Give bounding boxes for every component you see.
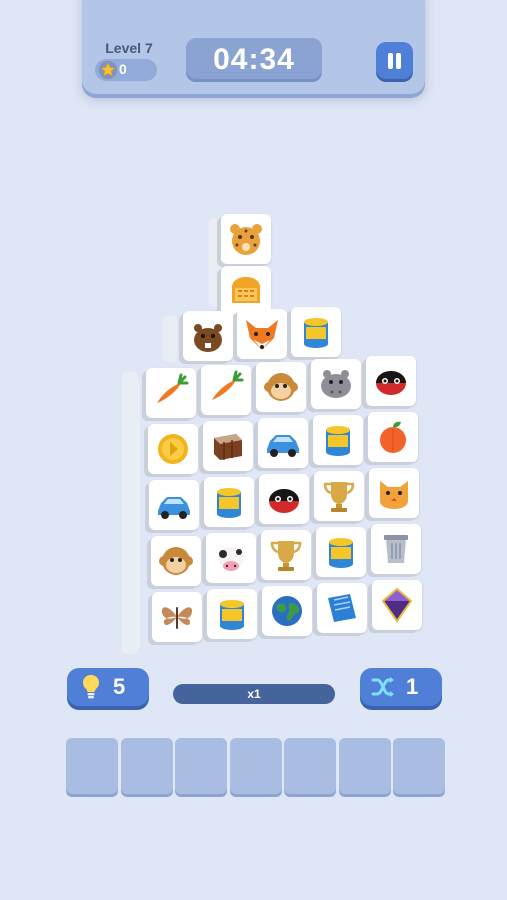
shuffle-icon [371, 677, 394, 697]
fox-icon [246, 320, 278, 350]
tile-peach[interactable] [367, 412, 418, 462]
tile-stack-side [130, 380, 140, 650]
butterfly-icon [161, 607, 193, 629]
tray-slot [120, 738, 173, 794]
tray-slot [66, 738, 118, 794]
blue-book-icon [328, 594, 356, 622]
paint-can-icon [220, 600, 244, 630]
tile-fox[interactable] [237, 309, 287, 359]
tile-blue-book[interactable] [317, 583, 367, 633]
tile-carrot[interactable] [201, 365, 251, 415]
tile-golden-trophy[interactable] [314, 471, 364, 521]
tile-cat-face[interactable] [369, 468, 419, 518]
hint-count: 5 [113, 674, 126, 699]
timer-display: 04:34 [186, 38, 322, 82]
cat-face-icon [380, 481, 408, 509]
paint-can-icon [217, 488, 241, 518]
tile-paint-can[interactable] [207, 589, 257, 639]
tile-stack-side [163, 316, 177, 362]
blue-car-icon [266, 435, 299, 457]
purple-gem-icon [381, 587, 413, 623]
monkey-icon [264, 373, 298, 401]
coin-icon [157, 434, 188, 464]
tile-coin[interactable] [147, 424, 198, 474]
tile-blue-car[interactable] [257, 418, 308, 468]
tile-monkey[interactable] [256, 362, 306, 412]
tile-ladybug[interactable] [259, 474, 309, 524]
tray-slot [229, 738, 282, 794]
tile-paint-can[interactable] [204, 477, 254, 527]
tray-slot [393, 738, 445, 794]
carrot-icon [212, 370, 244, 400]
tile-purple-gem[interactable] [372, 580, 422, 630]
tile-beaver[interactable] [183, 311, 233, 361]
peach-icon [379, 421, 406, 453]
tile-chocolate[interactable] [202, 421, 253, 471]
star-icon [98, 60, 118, 80]
tile-paint-can[interactable] [291, 307, 341, 357]
combo-label: x1 [247, 687, 261, 701]
monkey-icon [158, 547, 193, 575]
pause-button[interactable] [376, 42, 413, 79]
tile-stack-side [209, 218, 221, 306]
tile-carrot[interactable] [146, 368, 196, 418]
tile-blue-car[interactable] [149, 480, 199, 530]
tile-earth-globe[interactable] [262, 586, 312, 636]
tile-leopard[interactable] [221, 214, 271, 264]
tile-golden-trophy[interactable] [260, 530, 311, 580]
tile-hippo[interactable] [311, 359, 361, 409]
tile-paint-can[interactable] [312, 415, 363, 465]
combo-bar: x1 [173, 684, 335, 704]
tray-slot [175, 738, 227, 794]
ladybug-icon [269, 489, 299, 513]
golden-trophy-icon [323, 482, 355, 512]
pause-icon [388, 53, 393, 69]
carrot-icon [157, 373, 189, 403]
tray-slot [338, 738, 391, 794]
shuffle-count: 1 [406, 674, 419, 699]
tray-slot [284, 738, 336, 794]
earth-globe-icon [272, 596, 302, 626]
stars-count: 0 [119, 61, 127, 77]
tile-cow[interactable] [205, 533, 256, 583]
tile-ladybug[interactable] [366, 356, 416, 406]
paint-can-icon [325, 426, 350, 456]
golden-trophy-icon [270, 541, 301, 571]
bread-icon [232, 277, 260, 303]
hint-button[interactable]: 5 [67, 668, 149, 706]
cow-icon [217, 547, 244, 571]
chocolate-icon [213, 434, 242, 460]
trash-bin-icon [383, 535, 408, 563]
ladybug-icon [376, 371, 406, 395]
tile-monkey[interactable] [150, 536, 201, 586]
blue-car-icon [158, 497, 190, 519]
leopard-icon [230, 224, 262, 255]
stars-counter: 0 [95, 59, 157, 81]
paint-can-icon [328, 538, 353, 568]
tile-paint-can[interactable] [315, 527, 366, 577]
lightbulb-icon [83, 675, 99, 699]
paint-can-icon [304, 318, 328, 348]
tile-butterfly[interactable] [152, 592, 202, 642]
beaver-icon [194, 324, 222, 352]
level-label: Level 7 [105, 40, 153, 56]
tile-trash-bin[interactable] [370, 524, 421, 574]
shuffle-button[interactable]: 1 [360, 668, 442, 706]
hippo-icon [321, 370, 351, 398]
